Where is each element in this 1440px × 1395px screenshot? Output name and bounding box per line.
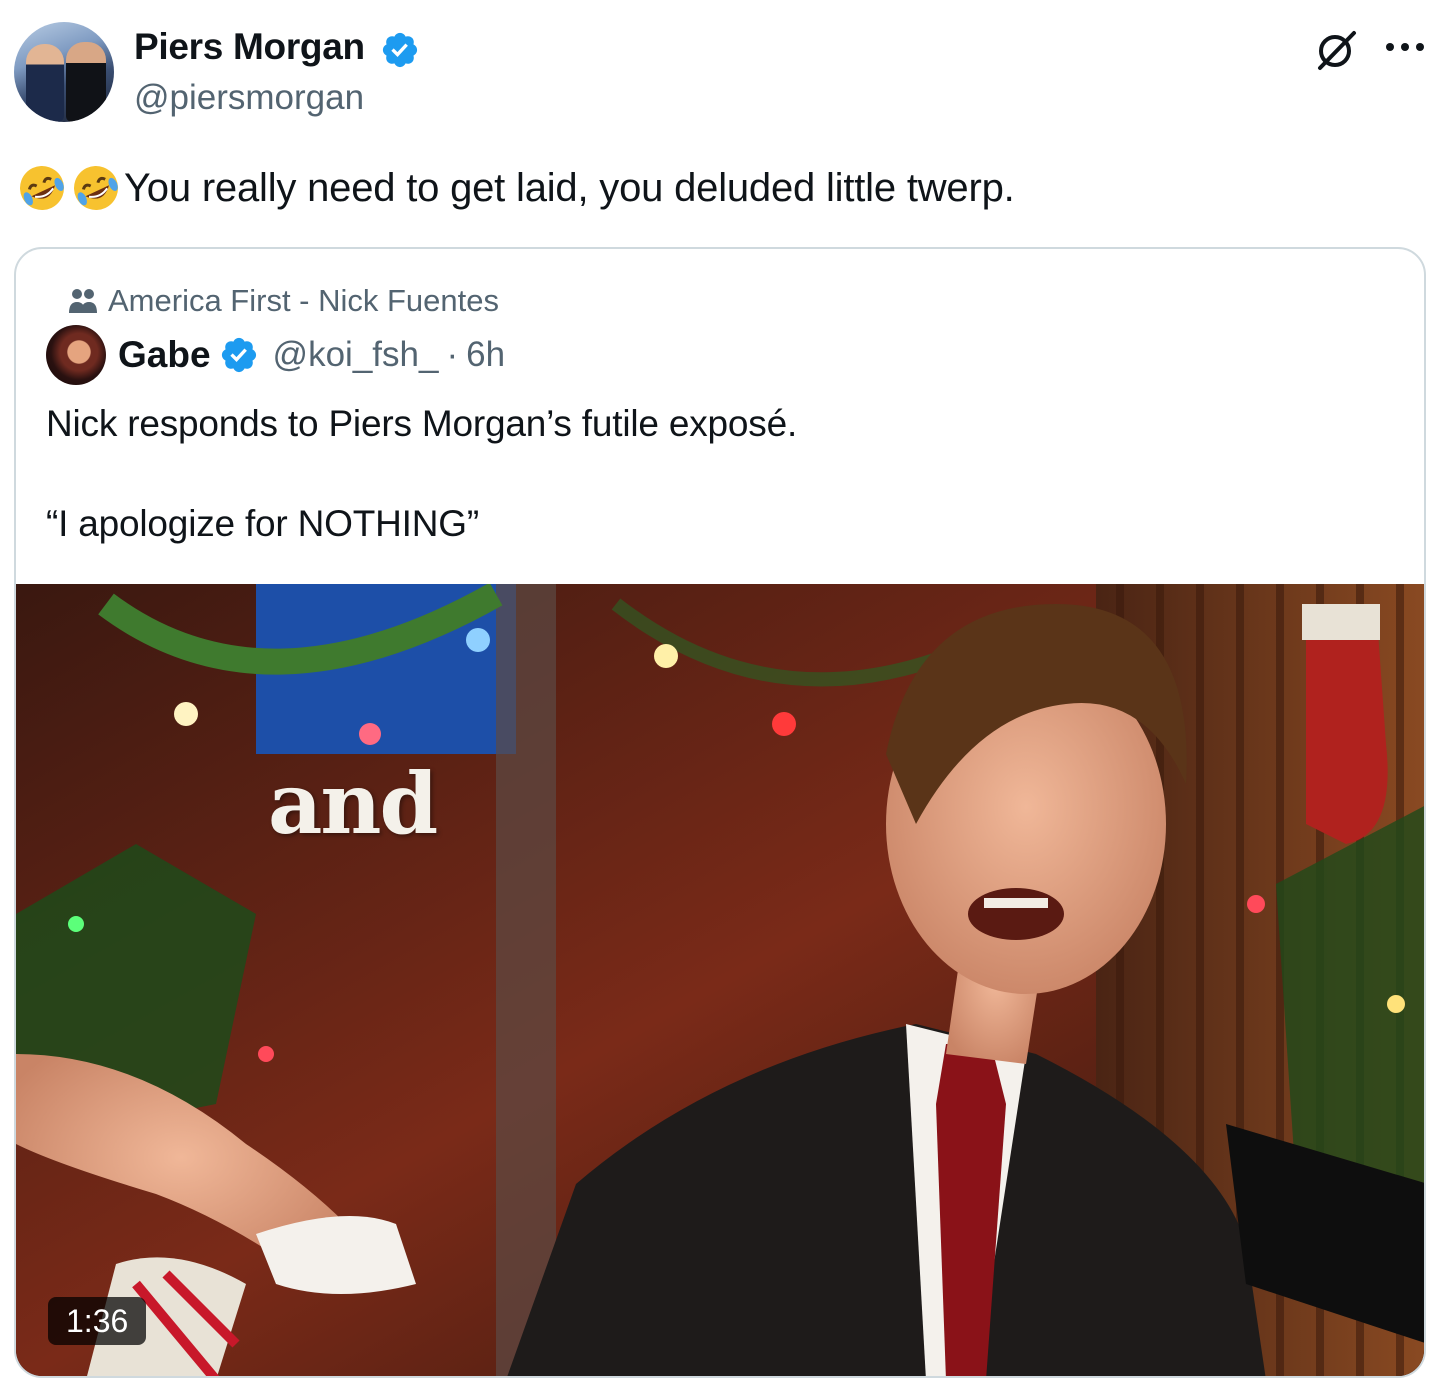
quoted-tweet-card[interactable]: America First - Nick Fuentes Gabe @koi_f… [14, 247, 1426, 1378]
tweet-header: Piers Morgan @piersmorgan [14, 22, 1426, 122]
video-frame [16, 584, 1424, 1376]
author-display-name[interactable]: Piers Morgan [134, 26, 365, 68]
grok-icon[interactable] [1314, 28, 1358, 72]
community-icon [69, 289, 97, 313]
community-name: America First - Nick Fuentes [108, 283, 500, 318]
quoted-author-avatar[interactable] [46, 325, 106, 385]
quoted-tweet-text: Nick responds to Piers Morgan’s futile e… [46, 399, 797, 549]
rolling-on-floor-laughing-emoji-icon [74, 166, 118, 210]
quoted-text-line: Nick responds to Piers Morgan’s futile e… [46, 403, 798, 444]
community-label[interactable]: America First - Nick Fuentes [68, 281, 499, 321]
quoted-text-line: “I apologize for NOTHING” [46, 503, 479, 544]
video-player[interactable]: and 1:36 [16, 584, 1424, 1376]
meta-separator: · [446, 335, 459, 374]
video-duration-badge: 1:36 [48, 1297, 147, 1345]
tweet-text: You really need to get laid, you deluded… [16, 160, 1015, 216]
quoted-author-handle[interactable]: @koi_fsh_ [273, 335, 439, 375]
avatar-person-left [26, 44, 64, 122]
verified-badge-icon [382, 32, 418, 68]
verified-badge-icon [221, 337, 256, 373]
video-caption-overlay: and [268, 754, 438, 853]
rolling-on-floor-laughing-emoji-icon [20, 166, 64, 210]
quoted-timestamp[interactable]: 6h [466, 335, 505, 375]
author-handle[interactable]: @piersmorgan [134, 78, 364, 118]
tweet-body: You really need to get laid, you deluded… [124, 165, 1015, 210]
avatar-person-right [66, 42, 106, 122]
more-horizontal-icon[interactable] [1384, 40, 1426, 54]
quoted-author-display-name[interactable]: Gabe [118, 334, 211, 376]
avatar[interactable] [14, 22, 114, 122]
quoted-author-meta: Gabe @koi_fsh_ · 6h [118, 331, 505, 379]
